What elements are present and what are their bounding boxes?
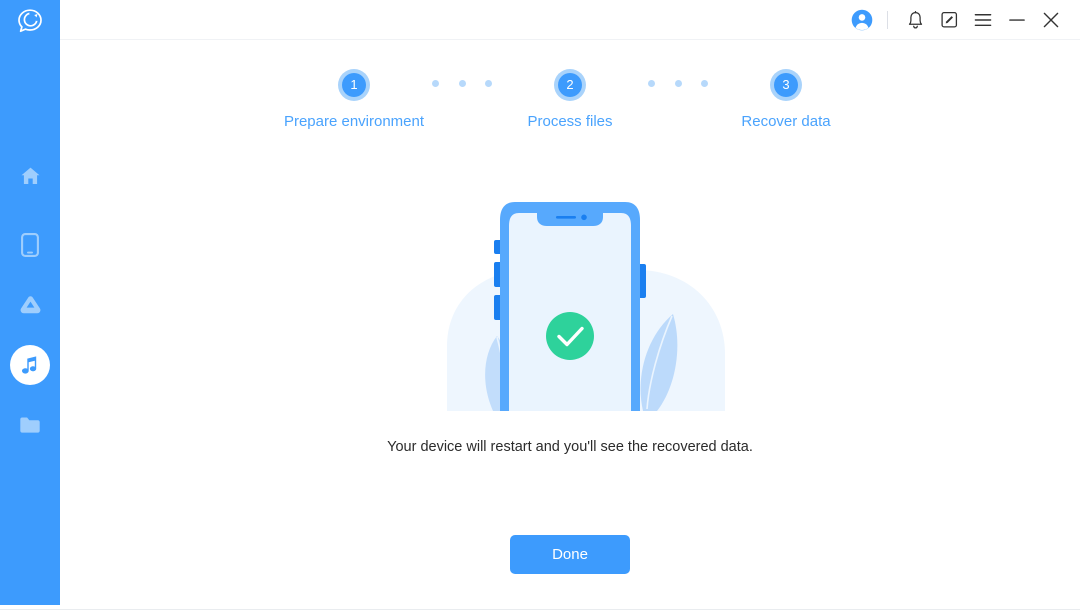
folder-icon — [20, 417, 40, 433]
phone-icon — [21, 233, 39, 257]
sidebar-item-home[interactable] — [10, 156, 50, 196]
step-1-label: Prepare environment — [283, 113, 425, 130]
account-avatar-button[interactable] — [847, 5, 877, 35]
menu-button[interactable] — [968, 5, 998, 35]
title-bar — [60, 0, 1080, 40]
step-1-number: 1 — [342, 73, 366, 97]
minimize-button[interactable] — [1002, 5, 1032, 35]
minimize-icon — [1009, 18, 1025, 21]
sidebar-item-music[interactable] — [10, 345, 50, 385]
step-2-badge: 2 — [554, 69, 586, 101]
note-edit-icon — [940, 11, 957, 28]
step-1: 1 Prepare environment — [254, 69, 454, 130]
hint-text: Your device will restart and you'll see … — [387, 439, 753, 455]
notifications-button[interactable] — [900, 5, 930, 35]
music-note-icon — [22, 356, 37, 374]
step-2: 2 Process files — [470, 69, 670, 130]
connector-dot — [458, 80, 466, 87]
user-avatar-icon — [851, 9, 873, 30]
main-content: 1 Prepare environment 2 Process files 3 … — [60, 41, 1080, 608]
step-3-number: 3 — [774, 73, 798, 97]
progress-stepper: 1 Prepare environment 2 Process files 3 … — [60, 69, 1080, 164]
illustration-svg — [447, 202, 725, 411]
close-icon — [1043, 12, 1059, 27]
sidebar-item-cloud[interactable] — [10, 285, 50, 325]
cloud-icon — [20, 295, 40, 313]
done-button[interactable]: Done — [510, 535, 630, 574]
sidebar-item-files[interactable] — [10, 405, 50, 445]
step-3-badge: 3 — [770, 69, 802, 101]
step-3-label: Recover data — [741, 113, 831, 130]
phone-camera — [581, 214, 587, 221]
step-2-number: 2 — [558, 73, 582, 97]
step-1-badge: 1 — [338, 69, 370, 101]
home-icon — [21, 167, 39, 185]
bell-icon — [908, 10, 922, 29]
app-logo[interactable] — [0, 4, 60, 38]
close-button[interactable] — [1036, 5, 1066, 35]
connector-dot — [674, 80, 682, 87]
step-2-label: Process files — [527, 113, 613, 130]
sidebar-item-device[interactable] — [10, 225, 50, 265]
chat-bubble-c-logo-icon — [18, 9, 42, 33]
feedback-button[interactable] — [934, 5, 964, 35]
sidebar — [0, 0, 60, 605]
step-3: 3 Recover data — [686, 69, 886, 130]
titlebar-divider — [887, 10, 888, 29]
phone-speaker — [556, 216, 576, 219]
green-check-circle — [546, 312, 594, 360]
phone-success-illustration — [385, 196, 755, 411]
connector-dot — [432, 80, 439, 87]
app-window: 1 Prepare environment 2 Process files 3 … — [0, 0, 1080, 610]
hamburger-menu-icon — [974, 13, 992, 26]
connector-dot — [648, 80, 655, 87]
